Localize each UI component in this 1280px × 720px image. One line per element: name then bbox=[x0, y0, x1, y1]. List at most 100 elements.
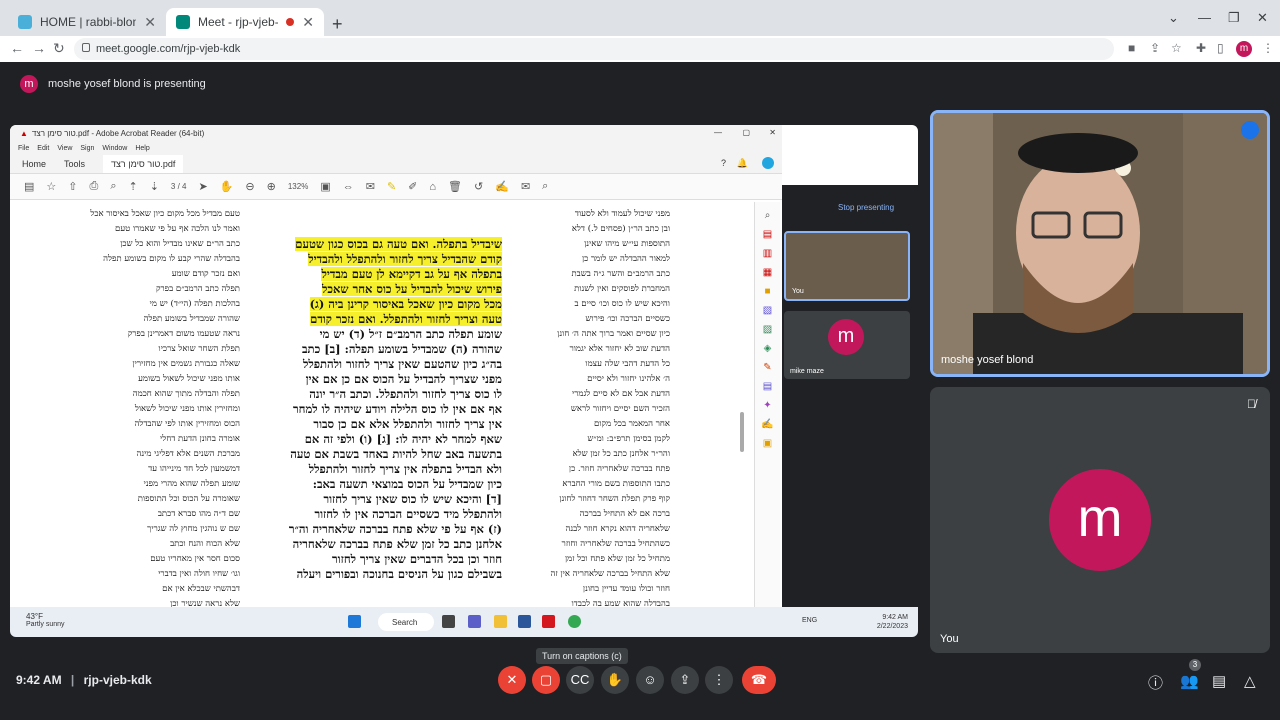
maximize-button[interactable]: ❐ bbox=[1228, 10, 1240, 26]
undo-icon[interactable]: ↺ bbox=[474, 180, 483, 193]
back-icon[interactable]: ← bbox=[10, 40, 24, 56]
stop-presenting-button[interactable]: Stop presenting bbox=[838, 203, 894, 212]
prev-page-icon[interactable]: ⇡ bbox=[128, 180, 137, 193]
upload-icon[interactable]: ⇧ bbox=[68, 180, 77, 193]
email-icon[interactable]: ✉ bbox=[521, 180, 530, 193]
tab-home-rabbi-blond[interactable]: HOME | rabbi-blond ✕ bbox=[8, 8, 166, 36]
more-icon[interactable]: ⋮ bbox=[705, 666, 733, 694]
emoji-icon[interactable]: ☺ bbox=[636, 666, 664, 694]
end-call-icon[interactable]: ☎ bbox=[742, 666, 776, 694]
bookmark-star-icon[interactable]: ☆ bbox=[1171, 41, 1182, 55]
close-window-button[interactable]: ✕ bbox=[1257, 10, 1268, 26]
start-icon[interactable] bbox=[348, 615, 361, 628]
zoom-level[interactable]: 132% bbox=[288, 182, 308, 191]
page-indicator[interactable]: 3 / 4 bbox=[171, 182, 187, 191]
next-page-icon[interactable]: ⇣ bbox=[150, 180, 159, 193]
chrome-taskbar-icon[interactable] bbox=[568, 615, 581, 628]
menu-help[interactable]: Help bbox=[135, 145, 149, 152]
combine-icon[interactable]: ▥ bbox=[763, 248, 772, 259]
tab-search-icon[interactable]: ⌄ bbox=[1168, 10, 1179, 26]
acrobat-close-button[interactable]: ✕ bbox=[769, 128, 776, 137]
draw-icon[interactable]: ✐ bbox=[408, 180, 417, 193]
delete-icon[interactable]: 🗑 bbox=[448, 180, 462, 193]
taskbar-clock[interactable]: 9:42 AM 2/22/2023 bbox=[877, 613, 908, 631]
file-explorer-icon[interactable] bbox=[494, 615, 507, 628]
present-icon[interactable]: ⇪ bbox=[671, 666, 699, 694]
scroll-mode-icon[interactable]: ⇔ bbox=[343, 181, 354, 193]
acrobat-taskbar-icon[interactable] bbox=[542, 615, 555, 628]
close-tab-icon[interactable]: ✕ bbox=[302, 14, 314, 31]
captions-icon[interactable]: CC bbox=[566, 666, 594, 694]
scan-icon[interactable]: ◈ bbox=[764, 343, 772, 354]
create-pdf-icon[interactable]: ▤ bbox=[763, 229, 772, 240]
task-view-icon[interactable] bbox=[442, 615, 455, 628]
share-icon[interactable]: ⇪ bbox=[1150, 41, 1160, 55]
activities-icon[interactable]: △ bbox=[1244, 672, 1256, 690]
save-icon[interactable]: ▤ bbox=[24, 180, 34, 193]
account-icon[interactable] bbox=[762, 157, 774, 169]
reload-icon[interactable]: ↻ bbox=[53, 40, 65, 57]
chat-icon[interactable]: ▤ bbox=[1212, 672, 1226, 690]
word-icon[interactable] bbox=[518, 615, 531, 628]
bookmark-icon[interactable]: ☆ bbox=[46, 180, 56, 193]
tab-tools[interactable]: Tools bbox=[64, 159, 85, 169]
menu-sign[interactable]: Sign bbox=[80, 145, 94, 152]
comment-icon[interactable]: ✉ bbox=[366, 180, 375, 193]
side-panel-icon[interactable]: ▯ bbox=[1217, 41, 1224, 55]
search-tool-icon[interactable]: ⌕ bbox=[765, 210, 771, 221]
profile-avatar[interactable]: m bbox=[1236, 41, 1252, 57]
stamp-icon[interactable]: ⌂ bbox=[429, 181, 436, 193]
fit-icon[interactable]: ▣ bbox=[320, 180, 330, 193]
tab-home[interactable]: Home bbox=[22, 159, 46, 169]
zoom-in-icon[interactable]: ⊕ bbox=[267, 180, 276, 193]
find-icon[interactable]: ⌕ bbox=[110, 180, 116, 193]
search-doc-icon[interactable]: ⌕ bbox=[542, 180, 548, 193]
highlight-icon[interactable]: ✎ bbox=[387, 180, 396, 193]
pdf-scrollbar[interactable] bbox=[740, 412, 744, 452]
acrobat-maximize-button[interactable]: ▢ bbox=[742, 128, 750, 137]
comment-tool-icon[interactable]: ■ bbox=[764, 286, 770, 297]
tab-meet[interactable]: Meet - rjp-vjeb-kdk ✕ bbox=[166, 8, 324, 36]
raise-hand-icon[interactable]: ✋ bbox=[601, 666, 629, 694]
menu-kebab-icon[interactable]: ⋮ bbox=[1262, 41, 1274, 55]
acrobat-minimize-button[interactable]: — bbox=[714, 128, 722, 137]
menu-file[interactable]: File bbox=[18, 145, 29, 152]
notifications-icon[interactable]: 🔔 bbox=[737, 158, 748, 169]
organize-icon[interactable]: ▨ bbox=[763, 324, 772, 335]
hand-tool-icon[interactable]: ✋ bbox=[220, 180, 234, 193]
sign-tool-icon[interactable]: ✍ bbox=[761, 419, 773, 430]
menu-view[interactable]: View bbox=[57, 145, 72, 152]
fill-sign-icon[interactable]: ▤ bbox=[763, 381, 772, 392]
help-icon[interactable]: ? bbox=[721, 158, 726, 168]
new-tab-button[interactable]: + bbox=[332, 14, 343, 35]
print-icon[interactable]: ⎙ bbox=[90, 180, 99, 193]
pdf-text: קוף פרק תפלת השחר דחוזר לחונן bbox=[559, 494, 670, 504]
language-indicator[interactable]: ENG bbox=[802, 617, 817, 624]
camera-indicator-icon[interactable]: ■ bbox=[1128, 41, 1135, 55]
forward-icon[interactable]: → bbox=[32, 40, 46, 56]
info-icon[interactable]: ⓘ bbox=[1148, 672, 1163, 693]
export-icon[interactable]: ▧ bbox=[763, 305, 772, 316]
send-icon[interactable]: ✦ bbox=[763, 400, 771, 411]
protect-icon[interactable]: ✎ bbox=[763, 362, 771, 373]
more-tools-icon[interactable]: ▣ bbox=[763, 438, 772, 449]
close-tab-icon[interactable]: ✕ bbox=[144, 14, 156, 31]
zoom-out-icon[interactable]: ⊖ bbox=[245, 180, 254, 193]
tab-document[interactable]: טור סימן רצד.pdf bbox=[103, 154, 184, 173]
taskbar-search[interactable]: Search bbox=[378, 613, 434, 631]
address-bar[interactable]: meet.google.com/rjp-vjeb-kdk bbox=[74, 38, 1114, 60]
participant-tile-you[interactable]: 🎙̸ m You bbox=[930, 387, 1270, 653]
weather-widget[interactable]: 43°F Partly sunny bbox=[26, 613, 65, 629]
participant-tile-presenter[interactable]: moshe yosef blond bbox=[930, 110, 1270, 377]
extensions-icon[interactable]: ✚ bbox=[1196, 41, 1206, 55]
edit-pdf-icon[interactable]: ▦ bbox=[763, 267, 772, 278]
teams-icon[interactable] bbox=[468, 615, 481, 628]
minimize-button[interactable]: — bbox=[1198, 10, 1211, 25]
sign-icon[interactable]: ✍ bbox=[495, 180, 509, 193]
people-icon[interactable]: 👥 bbox=[1180, 672, 1199, 690]
select-tool-icon[interactable]: ➤ bbox=[199, 180, 208, 193]
menu-edit[interactable]: Edit bbox=[37, 145, 49, 152]
camera-off-icon[interactable]: ▢ bbox=[532, 666, 560, 694]
menu-window[interactable]: Window bbox=[102, 145, 127, 152]
mic-off-icon[interactable]: ✕ bbox=[498, 666, 526, 694]
